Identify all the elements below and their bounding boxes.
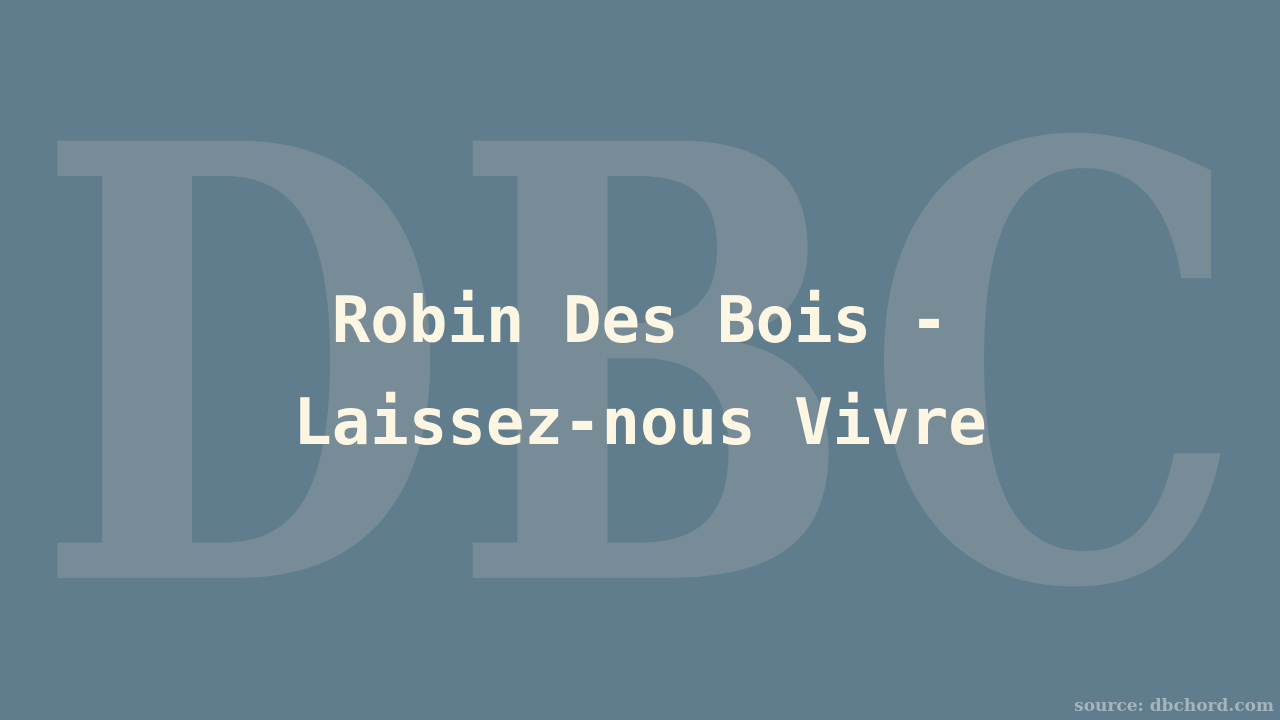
source-credit: source: dbchord.com bbox=[1074, 696, 1274, 716]
song-title: Robin Des Bois - Laissez-nous Vivre bbox=[140, 270, 1140, 474]
title-card: DBC Robin Des Bois - Laissez-nous Vivre … bbox=[0, 0, 1280, 720]
song-title-line-1: Robin Des Bois - bbox=[331, 284, 949, 358]
song-title-line-2: Laissez-nous Vivre bbox=[293, 386, 987, 460]
